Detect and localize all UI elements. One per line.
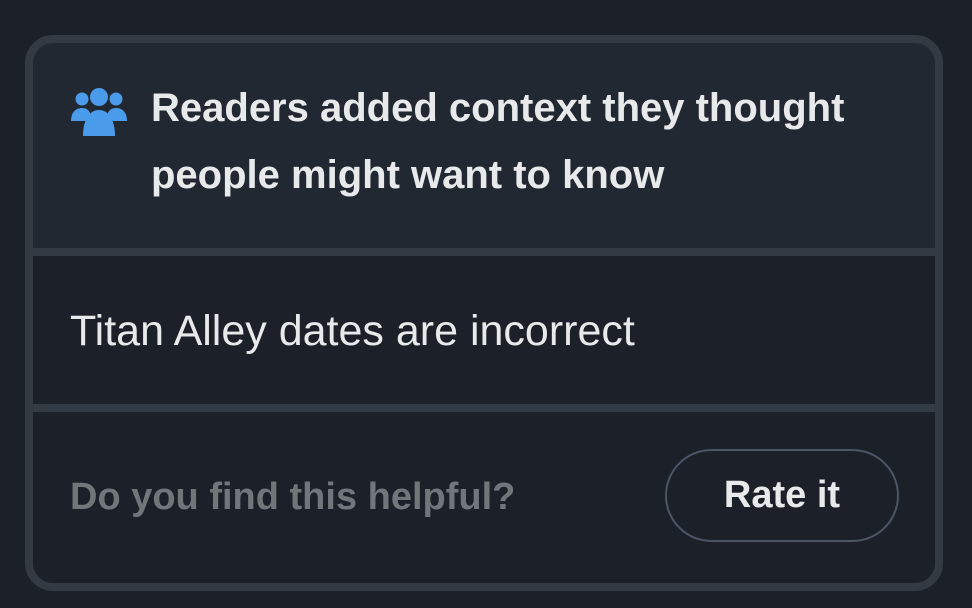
- section-divider: [33, 404, 935, 412]
- note-text: Titan Alley dates are incorrect: [70, 307, 635, 355]
- note-body: Titan Alley dates are incorrect: [33, 256, 935, 404]
- helpful-prompt: Do you find this helpful?: [70, 476, 516, 518]
- note-header: Readers added context they thought peopl…: [33, 43, 935, 248]
- rate-it-button[interactable]: Rate it: [665, 449, 899, 542]
- note-footer: Do you find this helpful? Rate it: [33, 412, 935, 583]
- community-note-card: Readers added context they thought peopl…: [25, 35, 943, 591]
- note-header-title: Readers added context they thought peopl…: [151, 86, 845, 197]
- section-divider: [33, 248, 935, 256]
- people-group-icon: [71, 88, 127, 136]
